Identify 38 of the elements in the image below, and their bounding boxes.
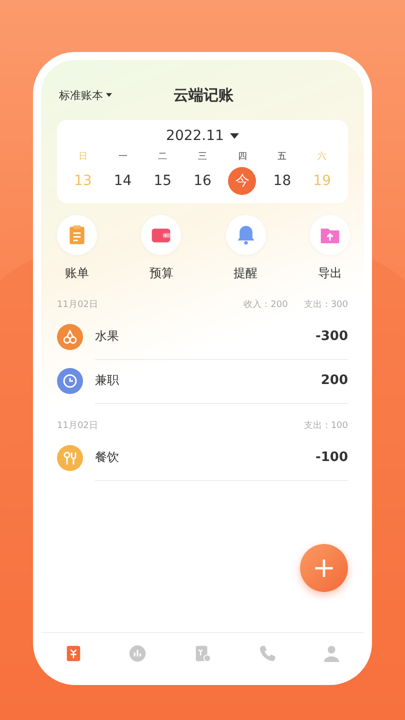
record-amount: -100 <box>315 450 348 465</box>
phone-icon <box>258 644 277 662</box>
weekday-label: 二 <box>158 151 168 163</box>
shortcut-label: 提醒 <box>234 265 258 282</box>
weekday-label: 六 <box>318 150 327 163</box>
date-cell[interactable]: 14 <box>108 167 137 195</box>
group-date: 11月02日 <box>57 420 98 432</box>
record-name: 水果 <box>95 328 119 345</box>
caret-icon <box>230 133 239 139</box>
expense-total: 支出：100 <box>304 420 348 432</box>
weekday-label: 三 <box>198 151 207 163</box>
shortcut-label: 账单 <box>65 265 89 282</box>
month-selector[interactable]: 2022.11 <box>166 128 239 144</box>
weekday-label: 五 <box>278 151 287 163</box>
shortcut-label: 导出 <box>318 265 342 282</box>
date-cell[interactable]: 18 <box>268 167 296 195</box>
weekday-label: 一 <box>118 151 128 163</box>
bar-chart-icon <box>128 644 148 662</box>
group-date: 11月02日 <box>57 299 98 311</box>
expense-total: 支出：300 <box>304 298 348 311</box>
record-amount: -300 <box>315 329 348 344</box>
date-cell[interactable]: 16 <box>188 167 216 195</box>
app-title: 云端记账 <box>174 86 234 104</box>
weekday-label: 日 <box>78 151 88 163</box>
shortcut-label: 预算 <box>149 265 174 282</box>
record-amount: 200 <box>320 373 348 388</box>
record-name: 兼职 <box>95 372 119 389</box>
user-icon <box>322 644 342 662</box>
shortcut-button[interactable] <box>57 215 97 255</box>
shortcut-button[interactable] <box>226 215 266 255</box>
caret-icon <box>106 93 112 97</box>
weekday-label: 四 <box>238 151 247 163</box>
income-total: 收入：200 <box>244 298 288 311</box>
shortcut-button[interactable] <box>310 215 350 255</box>
date-cell[interactable]: 15 <box>148 167 177 195</box>
shortcut-button[interactable] <box>141 215 182 255</box>
record-name: 餐饮 <box>95 449 119 466</box>
book-selector[interactable]: 标准账本 <box>59 88 112 102</box>
